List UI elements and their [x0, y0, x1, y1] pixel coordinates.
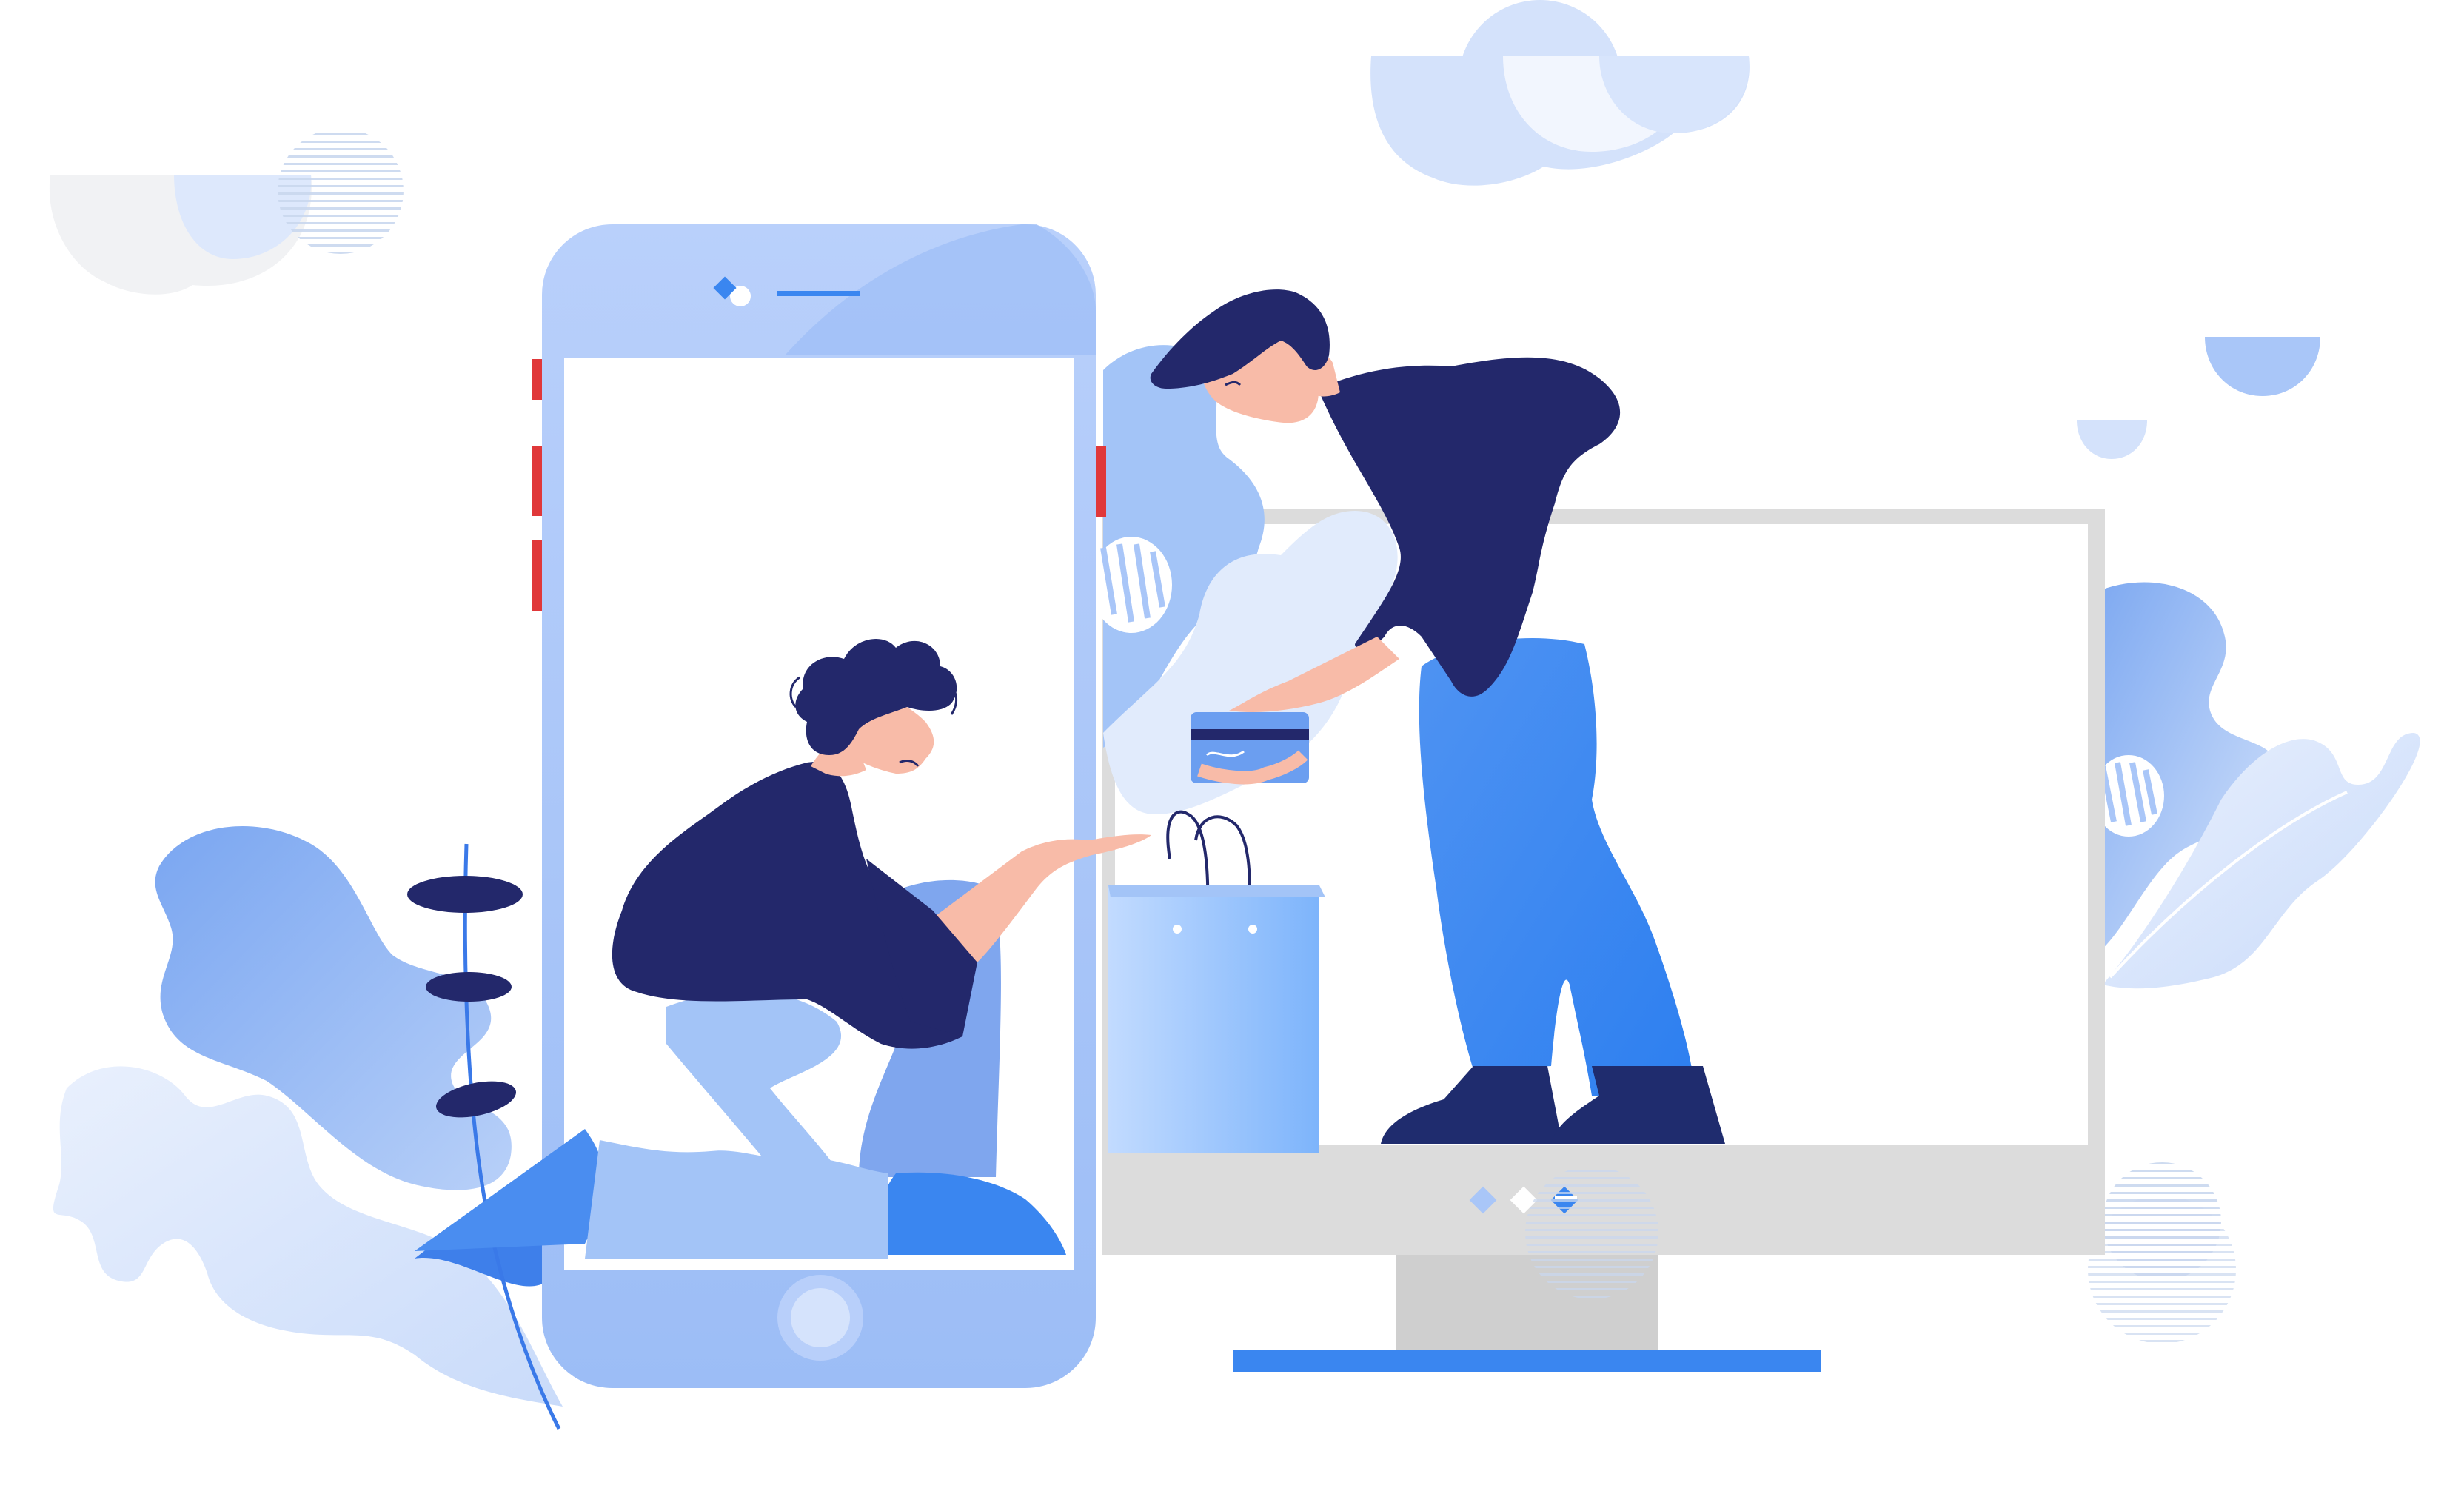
disc-leaf — [407, 876, 523, 913]
striped-leaf-left — [1091, 537, 1172, 633]
phone-speaker — [777, 291, 860, 296]
credit-card-icon — [1191, 712, 1309, 785]
cloud-top-left — [49, 128, 404, 295]
bag-body — [1108, 885, 1319, 1153]
striped-circle-right — [2088, 1162, 2236, 1344]
phone-side-button — [532, 540, 542, 611]
phone-side-button — [1096, 446, 1106, 517]
phone-side-button — [532, 446, 542, 516]
disc-leaf — [426, 972, 512, 1002]
monitor-base-bar — [1233, 1350, 1821, 1372]
illustration-canvas — [49, 0, 2420, 1430]
right-foliage — [2088, 582, 2420, 1344]
dots-top-right — [2077, 337, 2320, 459]
phone-side-button — [532, 359, 542, 400]
illustration-stage — [0, 0, 2464, 1508]
half-circle-decoration — [2077, 420, 2147, 459]
half-circle-decoration — [2205, 337, 2320, 396]
striped-circle-monitor — [1525, 1166, 1658, 1299]
left-foliage — [53, 826, 603, 1430]
cloud-top-center — [1370, 0, 1750, 186]
